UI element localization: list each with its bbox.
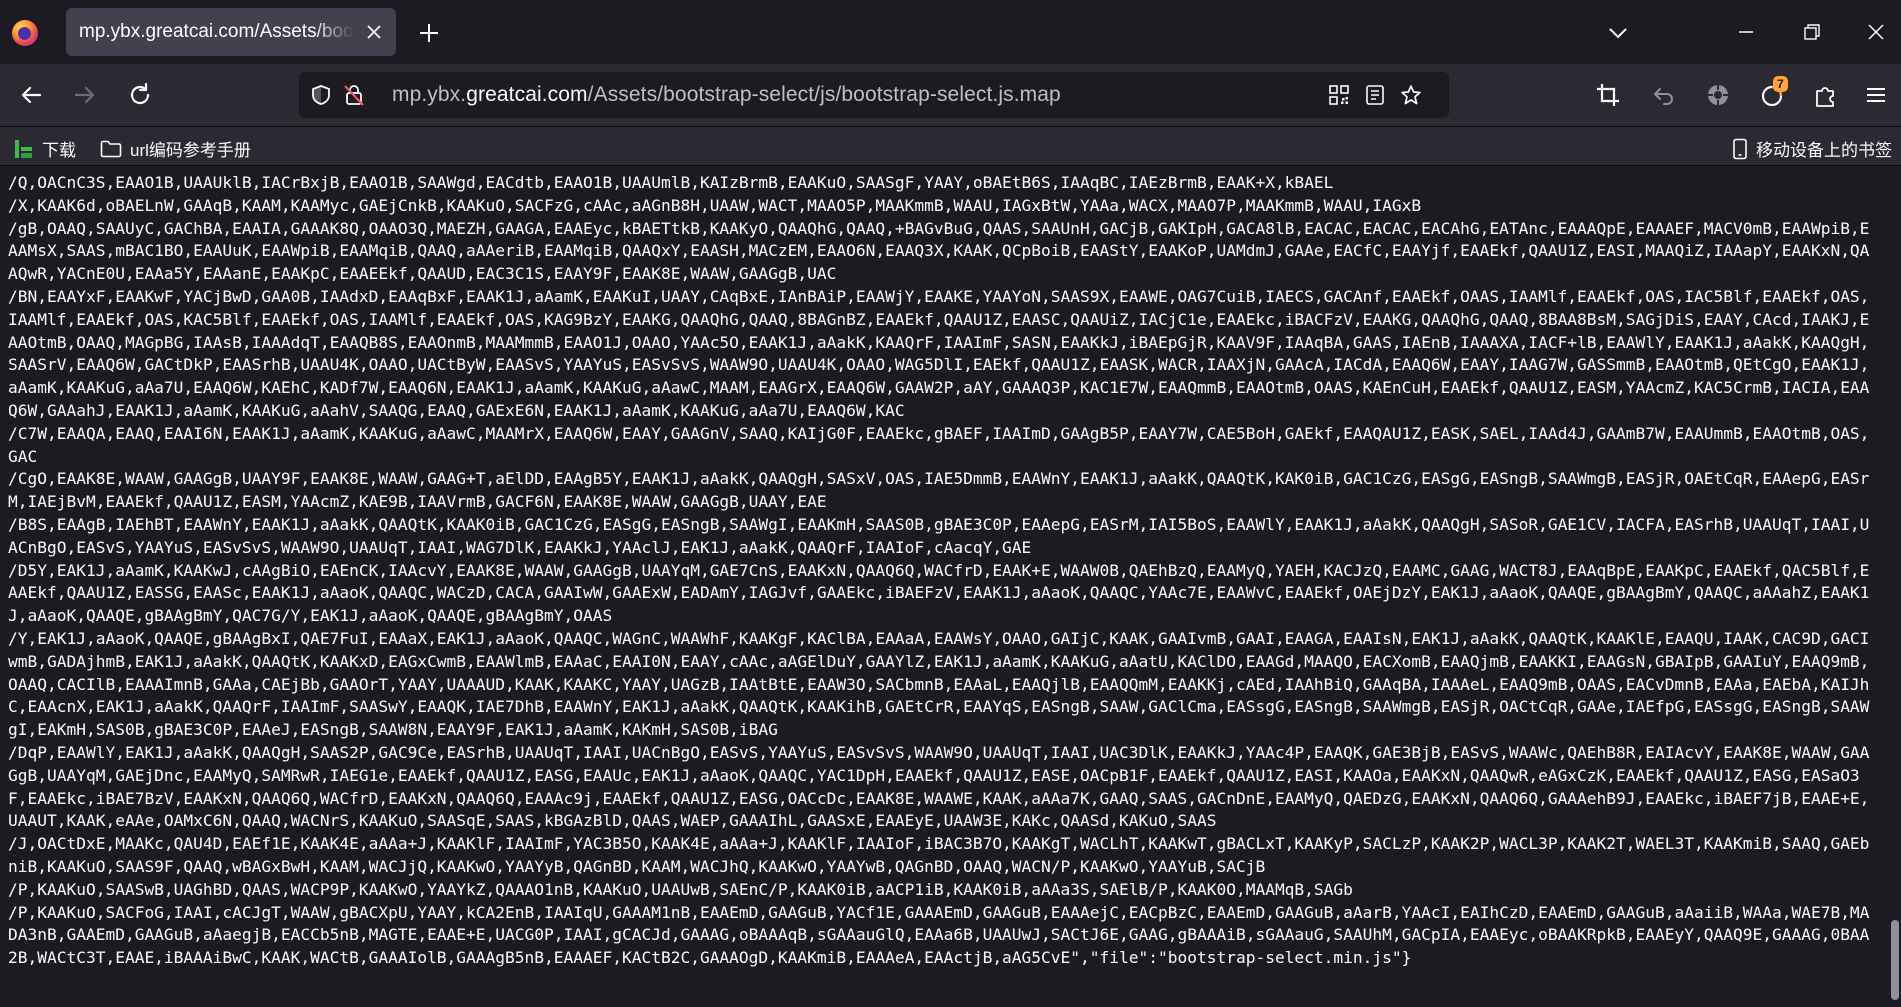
extension-count-badge: 7 <box>1773 76 1788 92</box>
reader-view-icon[interactable] <box>1363 83 1387 107</box>
reload-icon[interactable] <box>125 80 155 110</box>
tracking-protection-shield-icon[interactable] <box>309 83 333 107</box>
bookmarks-toolbar: 下载 url编码参考手册 移动设备上的书签 <box>0 127 1901 166</box>
navigation-toolbar: mp.ybx.greatcai.com/Assets/bootstrap-sel… <box>0 64 1901 127</box>
content-line: /CgO,EAAK8E,WAAW,GAAGgB,UAAY9F,EAAK8E,WA… <box>8 469 1870 512</box>
window-close-icon[interactable] <box>1858 14 1894 50</box>
insecure-connection-lock-icon[interactable] <box>342 83 366 107</box>
content-line: /DqP,EAAWlY,EAK1J,aAakK,QAAQgH,SAAS2P,GA… <box>8 742 1870 831</box>
content-line: /gB,OAAQ,SAAUyC,GAChBA,EAAIA,GAAAK8Q,OAA… <box>8 218 1870 284</box>
download-bars-icon <box>15 139 32 158</box>
content-line: /Q,OACnC3S,EAAO1B,UAAUklB,IACrBxjB,EAAO1… <box>8 173 1334 192</box>
content-line: /D5Y,EAK1J,aAamK,KAAKwJ,cAAgBiO,EAEnCK,I… <box>8 560 1870 626</box>
firefox-logo-icon <box>12 20 38 46</box>
vertical-scrollbar[interactable] <box>1886 166 1901 1007</box>
content-line: /B8S,EAAgB,IAEhBT,EAAWnY,EAAK1J,aAakK,QA… <box>8 514 1870 557</box>
application-menu-hamburger-icon[interactable] <box>1862 81 1890 109</box>
content-line: /BN,EAAYxF,EAAKwF,YACjBwD,GAA0B,IAAdxD,E… <box>8 286 1870 420</box>
tab-strip: mp.ybx.greatcai.com/Assets/bootstrap-sel… <box>0 0 1901 64</box>
bookmark-download[interactable]: 下载 <box>14 136 76 161</box>
content-line: /P,KAAKuO,SAASwB,UAGhBD,QAAS,WACP9P,KAAK… <box>8 879 1353 899</box>
bookmark-url-encoding-manual[interactable]: url编码参考手册 <box>100 136 251 161</box>
content-line: /X,KAAK6d,oBAELnW,GAAqB,KAAM,KAAMyc,GAEj… <box>8 195 1422 215</box>
back-arrow-icon[interactable] <box>16 80 46 110</box>
bookmark-label: url编码参考手册 <box>130 141 251 160</box>
tab-active[interactable]: mp.ybx.greatcai.com/Assets/bootstrap-sel… <box>66 8 396 56</box>
qr-code-icon[interactable] <box>1327 83 1351 107</box>
mobile-bookmarks-label: 移动设备上的书签 <box>1756 141 1892 160</box>
content-line: /J,OACtDxE,MAAKc,QAU4D,EAEf1E,KAAK4E,aAA… <box>8 834 1870 876</box>
content-line: /C7W,EAAQA,EAAQ,EAAI6N,EAAK1J,aAamK,KAAK… <box>8 423 1870 466</box>
content-line: /Y,EAK1J,aAaoK,QAAQE,gBAAgBxI,QAE7FuI,EA… <box>8 628 1870 740</box>
bookmark-star-icon[interactable] <box>1399 83 1423 107</box>
new-tab-plus-icon[interactable] <box>416 20 442 46</box>
forward-arrow-icon[interactable] <box>70 80 100 110</box>
url-path: /Assets/bootstrap-select/js/bootstrap-se… <box>587 83 1061 106</box>
content-line: /P,KAAKuO,SACFoG,IAAI,cACJgT,WAAW,gBACXp… <box>8 902 1870 968</box>
screenshot-crop-icon[interactable] <box>1594 81 1622 109</box>
extensions-puzzle-icon[interactable] <box>1812 81 1840 109</box>
tab-title: mp.ybx.greatcai.com/Assets/bootstrap-sel… <box>79 21 354 42</box>
folder-icon <box>100 140 122 157</box>
mobile-bookmarks[interactable]: 移动设备上的书签 <box>1732 136 1892 161</box>
url-prefix: mp.ybx. <box>392 83 467 106</box>
scrollbar-thumb[interactable] <box>1891 920 1899 1000</box>
undo-arrow-icon[interactable] <box>1650 81 1678 109</box>
page-content: /Q,OACnC3S,EAAO1B,UAAUklB,IACrBxjB,EAAO1… <box>0 166 1884 1007</box>
window-minimize-icon[interactable] <box>1728 14 1764 50</box>
url-text[interactable]: mp.ybx.greatcai.com/Assets/bootstrap-sel… <box>392 83 1061 107</box>
mobile-device-icon <box>1733 138 1747 159</box>
clipped-line-fragment <box>0 166 1884 172</box>
list-all-tabs-chevron-icon[interactable] <box>1605 20 1631 46</box>
source-map-text: /Q,OACnC3S,EAAO1B,UAAUklB,IACrBxjB,EAAO1… <box>0 166 1884 970</box>
bookmark-label: 下载 <box>42 141 76 160</box>
extension-puzzle-gray-icon[interactable] <box>1704 81 1732 109</box>
window-restore-icon[interactable] <box>1794 14 1830 50</box>
url-domain: greatcai.com <box>466 83 588 106</box>
url-bar[interactable]: mp.ybx.greatcai.com/Assets/bootstrap-sel… <box>299 72 1449 118</box>
tab-close-icon[interactable] <box>362 20 386 44</box>
